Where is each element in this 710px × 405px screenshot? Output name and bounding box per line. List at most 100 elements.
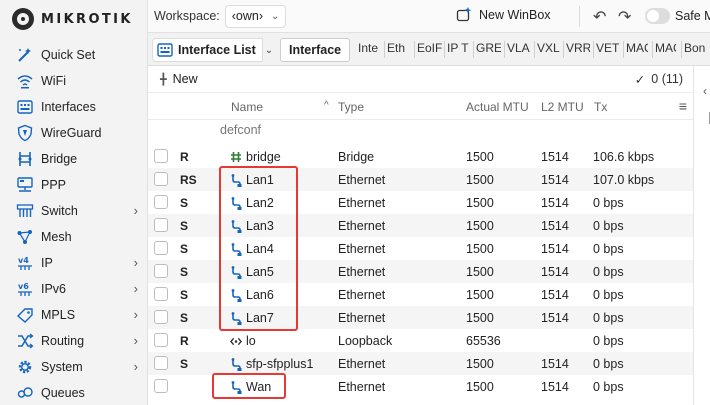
tab-vxlan[interactable]: VXL (537, 41, 561, 55)
table-row[interactable]: RS Lan1 Ethernet 1500 1514 107.0 kbps (148, 168, 693, 191)
row-checkbox[interactable] (154, 149, 168, 163)
tab-veth[interactable]: VET (596, 41, 620, 55)
tab-eoip-tunnel[interactable]: EoIF (417, 41, 442, 55)
column-tx[interactable]: Tx (594, 100, 607, 114)
ethernet-icon (230, 311, 242, 325)
chevron-down-icon[interactable]: ⌄ (259, 38, 279, 62)
undo-icon[interactable]: ↶ (593, 7, 606, 27)
tab-ip-tunnel[interactable]: IP T (447, 41, 471, 55)
row-flags: S (180, 219, 189, 233)
row-name-label: Lan2 (246, 196, 274, 210)
ethernet-icon (230, 173, 242, 187)
table-row[interactable]: Rlo Loopback 65536 0 bps (148, 329, 693, 352)
sidebar-item-routing[interactable]: Routing › (0, 328, 148, 354)
sidebar-item-ipv6[interactable]: v6 IPv6 › (0, 276, 148, 302)
sidebar-item-wifi[interactable]: WiFi (0, 68, 148, 94)
tab-bonding[interactable]: Bon (684, 41, 706, 55)
row-tx: 0 bps (593, 288, 624, 302)
sidebar-item-label: PPP (41, 178, 67, 192)
sidebar-item-queues[interactable]: Queues (0, 380, 148, 405)
sidebar-item-quick-set[interactable]: Quick Set (0, 42, 148, 68)
new-winbox-button[interactable]: New WinBox (456, 6, 551, 23)
row-checkbox[interactable] (154, 218, 168, 232)
tab-divider (593, 41, 594, 58)
column-menu-icon[interactable]: ≡ (679, 98, 687, 114)
sidebar-item-mpls[interactable]: MPLS › (0, 302, 148, 328)
row-actual-mtu: 1500 (466, 242, 494, 256)
svg-text:v4: v4 (18, 256, 29, 265)
row-checkbox[interactable] (154, 287, 168, 301)
table-row[interactable]: S Lan4 Ethernet 1500 1514 0 bps (148, 237, 693, 260)
sidebar: MIKROTIK Quick Set WiFi Interfaces WireGuar… (0, 0, 148, 405)
tab-macvlan[interactable]: MAC (626, 41, 648, 55)
row-type: Ethernet (338, 265, 386, 279)
row-checkbox[interactable] (154, 195, 168, 209)
table-row[interactable]: S Lan7 Ethernet 1500 1514 0 bps (148, 306, 693, 329)
ppp-icon (15, 176, 34, 195)
sidebar-item-ip[interactable]: v4 IP › (0, 250, 148, 276)
routing-icon (15, 332, 34, 351)
row-type: Loopback (338, 334, 393, 348)
tab-interface[interactable]: Interface (280, 38, 351, 62)
workspace-select[interactable]: ‹own› ⌄ (224, 4, 287, 28)
safe-mode-toggle[interactable] (645, 8, 670, 24)
logo: MIKROTIK (0, 0, 147, 38)
table-row[interactable]: Rbridge Bridge 1500 1514 106.6 kbps (148, 145, 693, 168)
redo-icon[interactable]: ↷ (618, 7, 631, 27)
chevron-right-icon: › (133, 307, 138, 322)
row-name-label: Lan7 (246, 311, 274, 325)
sort-ascending-icon[interactable]: ^ (324, 100, 329, 111)
pane-toggle-icon[interactable]: ‹ (703, 84, 707, 98)
chevron-right-icon: › (133, 359, 138, 374)
interface-list-icon (157, 43, 173, 57)
row-checkbox[interactable] (154, 241, 168, 255)
row-actual-mtu: 65536 (466, 334, 501, 348)
table-row[interactable]: S Lan2 Ethernet 1500 1514 0 bps (148, 191, 693, 214)
new-button[interactable]: ╋ New (160, 72, 198, 86)
tab-vlan[interactable]: VLA (507, 41, 531, 55)
loopback-icon (230, 336, 242, 347)
table-row[interactable]: Wan Ethernet 1500 1514 0 bps (148, 375, 693, 398)
column-type[interactable]: Type (338, 100, 364, 114)
logo-text: MIKROTIK (41, 11, 133, 27)
table-row[interactable]: S Lan5 Ethernet 1500 1514 0 bps (148, 260, 693, 283)
sidebar-item-system[interactable]: System › (0, 354, 148, 380)
tab-gre-tunnel[interactable]: GRE (476, 41, 501, 55)
gear-icon (15, 358, 34, 377)
row-checkbox[interactable] (154, 356, 168, 370)
column-actual-mtu[interactable]: Actual MTU (466, 100, 529, 114)
row-checkbox[interactable] (154, 264, 168, 278)
row-checkbox[interactable] (154, 379, 168, 393)
tab-ethernet[interactable]: Eth (387, 41, 412, 55)
row-l2-mtu: 1514 (541, 196, 569, 210)
column-l2-mtu[interactable]: L2 MTU (541, 100, 584, 114)
row-actual-mtu: 1500 (466, 288, 494, 302)
sidebar-item-switch[interactable]: Switch › (0, 198, 148, 224)
tab-macsec[interactable]: MAC (655, 41, 676, 55)
row-checkbox[interactable] (154, 172, 168, 186)
table-row[interactable]: S Lan6 Ethernet 1500 1514 0 bps (148, 283, 693, 306)
table-row[interactable]: Ssfp-sfpplus1 Ethernet 1500 1514 0 bps (148, 352, 693, 375)
chevron-right-icon: › (133, 281, 138, 296)
row-checkbox[interactable] (154, 333, 168, 347)
tab-vrrp[interactable]: VRR (566, 41, 590, 55)
tab-interface-list[interactable]: Inte (358, 41, 386, 55)
sidebar-item-mesh[interactable]: Mesh (0, 224, 148, 250)
safe-mode-label: Safe Mode (675, 9, 710, 23)
chevron-right-icon: › (133, 333, 138, 348)
sidebar-nav: Quick Set WiFi Interfaces WireGuard Bridge PP… (0, 42, 148, 405)
sidebar-item-ppp[interactable]: PPP (0, 172, 148, 198)
row-name-label: lo (246, 334, 256, 348)
sidebar-item-label: Switch (41, 204, 78, 218)
interface-list-tab[interactable]: Interface List (152, 38, 263, 62)
workspace-label: Workspace: (154, 9, 220, 23)
sidebar-item-bridge[interactable]: Bridge (0, 146, 148, 172)
table-row[interactable]: S Lan3 Ethernet 1500 1514 0 bps (148, 214, 693, 237)
row-checkbox[interactable] (154, 310, 168, 324)
sidebar-item-interfaces[interactable]: Interfaces (0, 94, 148, 120)
sidebar-item-wireguard[interactable]: WireGuard (0, 120, 148, 146)
column-name[interactable]: Name (231, 100, 263, 114)
tab-divider (444, 41, 445, 58)
interface-table: Name ^ Type Actual MTU L2 MTU Tx ≡ defco… (148, 93, 693, 405)
row-actual-mtu: 1500 (466, 380, 494, 394)
